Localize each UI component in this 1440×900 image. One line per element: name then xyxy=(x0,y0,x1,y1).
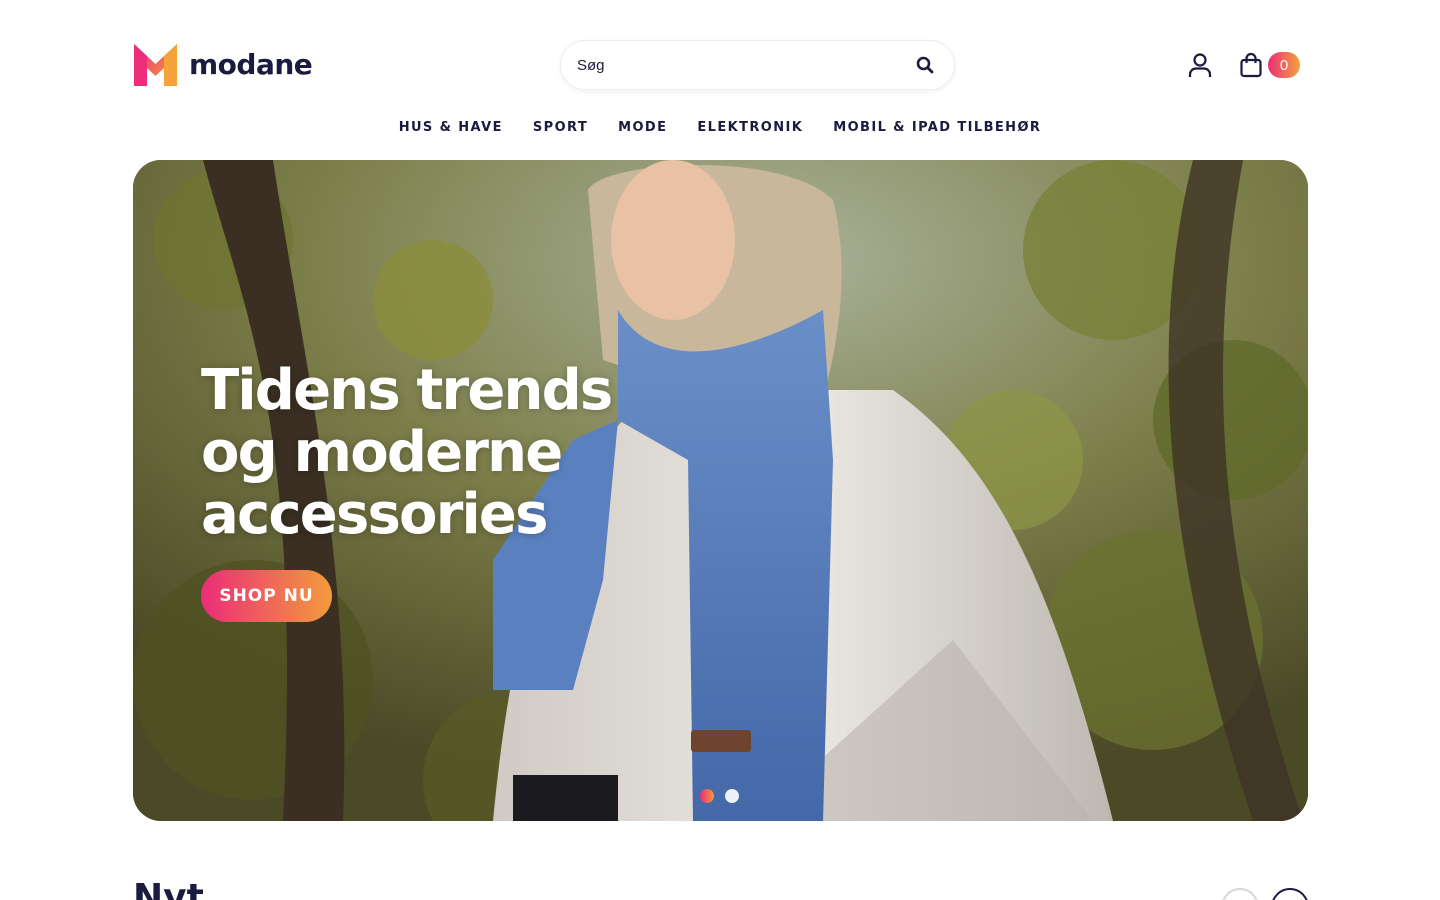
nav-item-elektronik[interactable]: ELEKTRONIK xyxy=(697,120,803,135)
nav-item-mobil-ipad-tilbehor[interactable]: MOBIL & IPAD TILBEHØR xyxy=(833,120,1041,135)
search-icon[interactable] xyxy=(914,54,936,76)
main-nav: HUS & HAVE SPORT MODE ELEKTRONIK MOBIL &… xyxy=(0,120,1440,135)
search-bar xyxy=(560,40,955,90)
hero-title-line: accessories xyxy=(201,482,548,547)
nav-item-sport[interactable]: SPORT xyxy=(533,120,588,135)
carousel-dots xyxy=(700,789,739,803)
section-title: Nyt xyxy=(133,877,204,900)
nav-item-mode[interactable]: MODE xyxy=(618,120,667,135)
carousel-next-button[interactable] xyxy=(1271,888,1309,900)
logo[interactable]: modane xyxy=(134,44,313,86)
shopping-bag-icon[interactable] xyxy=(1239,52,1263,78)
carousel-prev-button[interactable] xyxy=(1221,888,1259,900)
cart-count-badge[interactable]: 0 xyxy=(1268,52,1300,78)
shop-now-button[interactable]: SHOP NU xyxy=(201,570,332,622)
hero-banner: Tidens trends og moderne accessories SHO… xyxy=(133,160,1308,821)
carousel-dot-1[interactable] xyxy=(700,789,714,803)
carousel-dot-2[interactable] xyxy=(725,789,739,803)
hero-title-line: Tidens trends xyxy=(201,358,613,423)
logo-mark-icon xyxy=(134,44,177,86)
logo-text: modane xyxy=(189,48,313,81)
hero-title: Tidens trends og moderne accessories xyxy=(201,360,761,546)
nav-item-hus-have[interactable]: HUS & HAVE xyxy=(399,120,503,135)
user-icon[interactable] xyxy=(1187,52,1213,78)
search-input[interactable] xyxy=(577,56,914,74)
hero-title-line: og moderne xyxy=(201,420,563,485)
